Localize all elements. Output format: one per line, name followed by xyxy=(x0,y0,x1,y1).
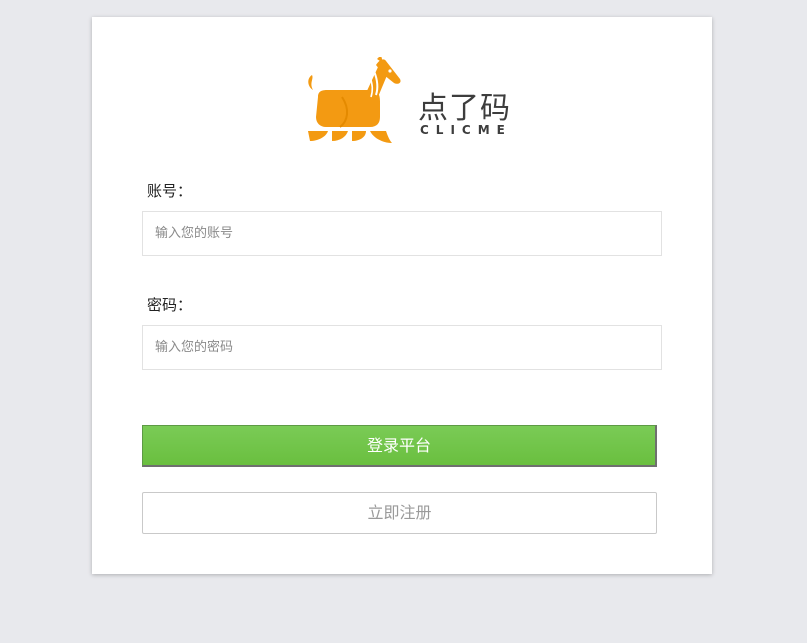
account-input[interactable] xyxy=(142,211,662,256)
brand-subtitle: CLICME xyxy=(420,123,512,137)
password-input[interactable] xyxy=(142,325,662,370)
login-button[interactable]: 登录平台 xyxy=(142,425,657,467)
horse-logo-icon xyxy=(308,57,401,143)
brand-logo: 点了码 CLICME xyxy=(304,57,514,145)
brand-name: 点了码 xyxy=(418,91,511,126)
password-label: 密码： xyxy=(147,296,193,314)
account-label: 账号： xyxy=(147,182,193,200)
login-card: 点了码 CLICME 账号： 密码： 登录平台 立即注册 xyxy=(92,17,712,574)
register-button[interactable]: 立即注册 xyxy=(142,492,657,534)
